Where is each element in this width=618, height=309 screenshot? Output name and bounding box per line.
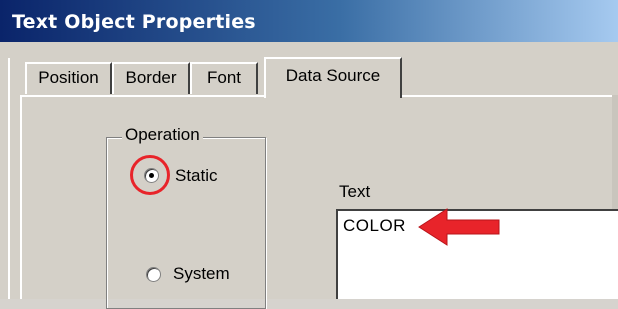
radio-system[interactable] xyxy=(146,267,161,282)
operation-group-label: Operation xyxy=(122,125,203,145)
tab-label: Position xyxy=(38,68,99,87)
tab-position[interactable]: Position xyxy=(25,62,112,94)
text-field-label: Text xyxy=(339,182,371,201)
text-input-value: COLOR xyxy=(343,216,406,235)
radio-system-label[interactable]: System xyxy=(173,264,230,284)
dialog-edge xyxy=(8,58,10,299)
tab-data-source[interactable]: Data Source xyxy=(264,57,402,98)
arrow-left-icon xyxy=(418,208,500,246)
highlight-circle-icon xyxy=(130,155,170,195)
title-bar[interactable]: Text Object Properties xyxy=(0,0,618,42)
tab-label: Font xyxy=(206,68,242,87)
text-object-properties-dialog: Text Object Properties Position Border F… xyxy=(0,0,618,309)
tab-label: Data Source xyxy=(285,66,381,85)
tab-label: Border xyxy=(125,68,177,87)
window-title: Text Object Properties xyxy=(12,11,256,33)
radio-static-label[interactable]: Static xyxy=(175,166,218,186)
tab-font[interactable]: Font xyxy=(190,62,258,94)
tab-border[interactable]: Border xyxy=(112,62,190,94)
